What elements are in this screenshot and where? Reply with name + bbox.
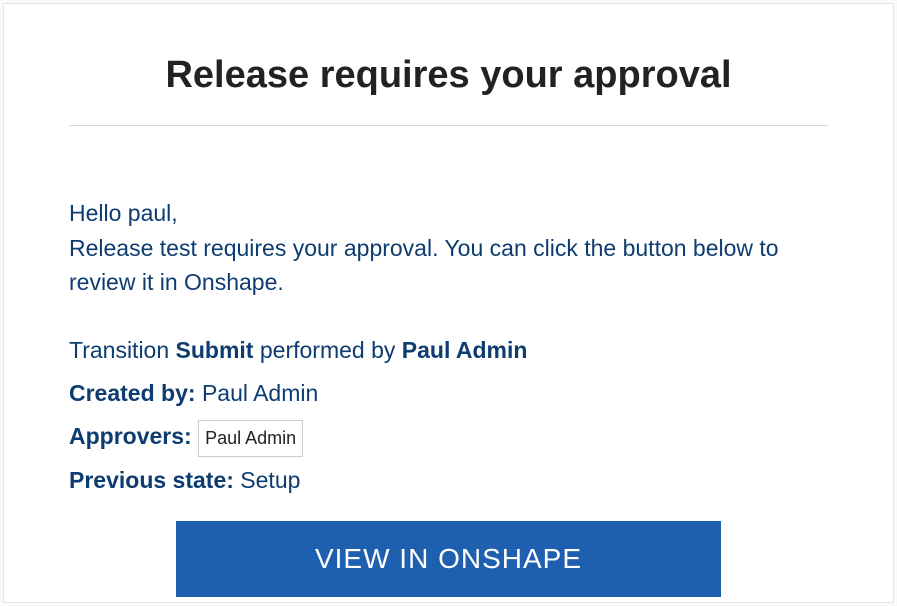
view-in-onshape-button[interactable]: VIEW IN ONSHAPE [176,521,721,597]
cta-wrap: VIEW IN ONSHAPE [69,521,828,597]
created-by-label: Created by: [69,380,202,406]
approver-chip: Paul Admin [198,420,303,456]
divider [69,125,828,126]
message-block: Hello paul, Release test requires your a… [69,196,828,300]
approvers-line: Approvers: Paul Admin [69,416,828,457]
message-text: Release test requires your approval. You… [69,231,828,300]
previous-state-value: Setup [240,467,300,493]
transition-actor: Paul Admin [402,337,528,363]
transition-prefix: Transition [69,337,176,363]
approvers-label: Approvers: [69,423,198,449]
notification-card: Release requires your approval Hello pau… [3,3,894,603]
transition-line: Transition Submit performed by Paul Admi… [69,330,828,371]
previous-state-label: Previous state: [69,467,240,493]
previous-state-line: Previous state: Setup [69,460,828,501]
metadata-block: Transition Submit performed by Paul Admi… [69,330,828,504]
greeting-text: Hello paul, [69,196,828,231]
transition-action: Submit [176,337,254,363]
created-by-line: Created by: Paul Admin [69,373,828,414]
page-title: Release requires your approval [69,54,828,97]
transition-middle: performed by [253,337,401,363]
created-by-value: Paul Admin [202,380,318,406]
